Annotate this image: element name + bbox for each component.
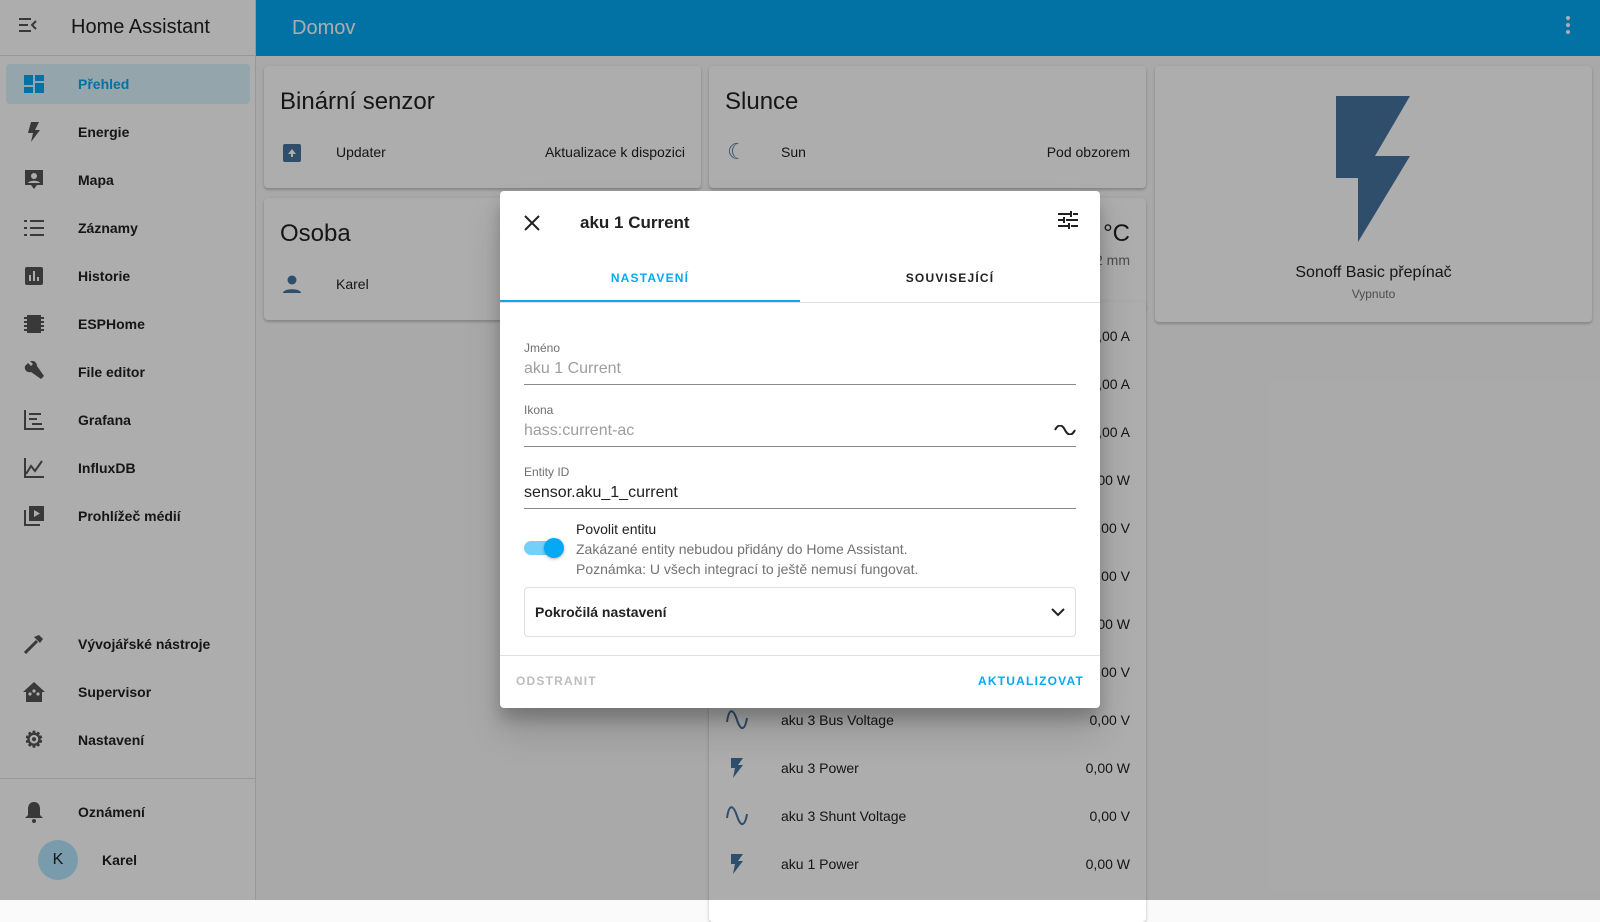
entity-id-field[interactable]: Entity ID sensor.aku_1_current bbox=[524, 465, 1076, 509]
entity-id-label: Entity ID bbox=[524, 465, 570, 479]
enable-help-1: Zakázané entity nebudou přidány do Home … bbox=[576, 541, 908, 557]
update-button[interactable]: AKTUALIZOVAT bbox=[978, 674, 1084, 688]
dialog-title: aku 1 Current bbox=[580, 213, 690, 232]
enable-label: Povolit entitu bbox=[576, 521, 657, 537]
delete-button[interactable]: ODSTRANIT bbox=[516, 674, 597, 688]
tab-related[interactable]: SOUVISEJÍCÍ bbox=[800, 255, 1100, 302]
dialog-actions: ODSTRANIT AKTUALIZOVAT bbox=[500, 655, 1100, 708]
enable-help-2: Poznámka: U všech integrací to ještě nem… bbox=[576, 561, 919, 577]
icon-label: Ikona bbox=[524, 403, 554, 417]
switch-knob bbox=[544, 538, 564, 558]
name-label: Jméno bbox=[524, 341, 561, 355]
close-icon[interactable] bbox=[524, 211, 540, 237]
enable-entity-switch[interactable] bbox=[524, 538, 564, 558]
entity-id-input[interactable]: sensor.aku_1_current bbox=[524, 484, 1076, 508]
tune-icon[interactable] bbox=[1058, 211, 1078, 234]
advanced-settings-label: Pokročilá nastavení bbox=[535, 604, 667, 620]
enable-entity-text: Povolit entitu Zakázané entity nebudou p… bbox=[576, 519, 918, 579]
advanced-settings-expander[interactable]: Pokročilá nastavení bbox=[524, 587, 1076, 637]
icon-input[interactable]: hass:current-ac bbox=[524, 422, 1076, 446]
dialog-tabs: NASTAVENÍ SOUVISEJÍCÍ bbox=[500, 255, 1100, 303]
entity-settings-dialog: aku 1 Current NASTAVENÍ SOUVISEJÍCÍ Jmén… bbox=[500, 191, 1100, 708]
icon-field[interactable]: Ikona hass:current-ac bbox=[524, 403, 1076, 447]
current-ac-icon bbox=[1054, 422, 1076, 440]
tab-settings[interactable]: NASTAVENÍ bbox=[500, 255, 800, 302]
name-field[interactable]: Jméno aku 1 Current bbox=[524, 341, 1076, 385]
name-input[interactable]: aku 1 Current bbox=[524, 360, 1076, 384]
chevron-down-icon bbox=[1051, 604, 1065, 620]
